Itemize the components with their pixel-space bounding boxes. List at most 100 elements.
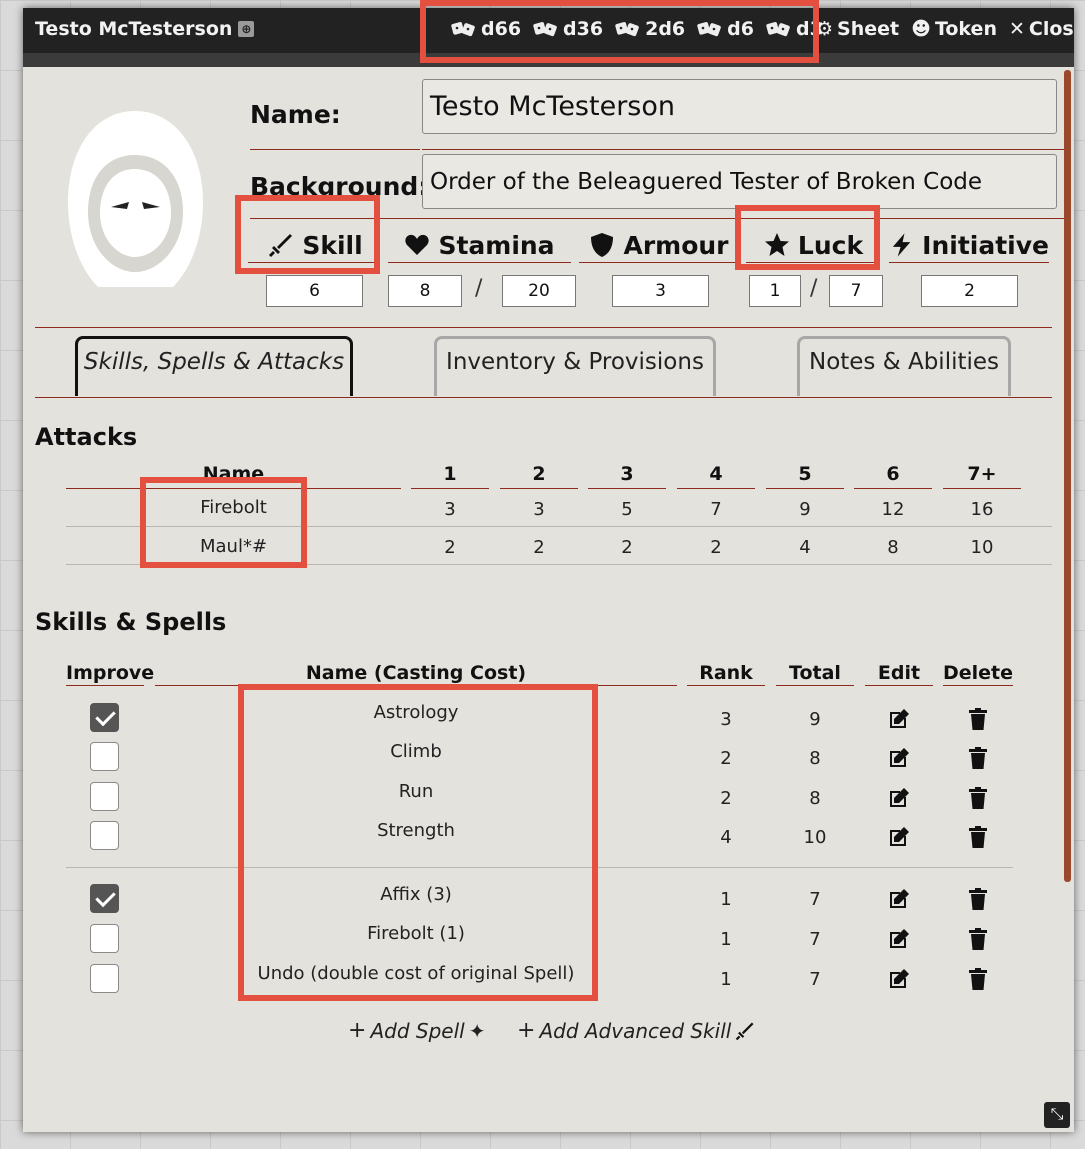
background-field[interactable]: Order of the Beleaguered Tester of Broke… bbox=[422, 154, 1057, 209]
tab-inventory-provisions[interactable]: Inventory & Provisions bbox=[434, 336, 716, 396]
trash-icon[interactable] bbox=[966, 927, 990, 951]
trash-icon[interactable] bbox=[966, 707, 990, 731]
attack-value: 2 bbox=[533, 537, 545, 558]
dice-icon bbox=[697, 22, 721, 37]
improve-checkbox[interactable] bbox=[90, 782, 119, 811]
roll-2d6-button[interactable]: 2d6 bbox=[615, 18, 685, 40]
trash-icon[interactable] bbox=[966, 746, 990, 770]
dice-roller-bar: d66 d36 2d6 d6 d3 bbox=[451, 18, 823, 40]
improve-checkbox[interactable] bbox=[90, 742, 119, 771]
trash-icon[interactable] bbox=[966, 887, 990, 911]
attack-value: 3 bbox=[444, 499, 456, 520]
stamina-current-input[interactable]: 8 bbox=[388, 275, 462, 307]
stat-armour-button[interactable]: Armour bbox=[579, 227, 739, 263]
spell-rank: 1 bbox=[720, 889, 732, 910]
roll-d66-button[interactable]: d66 bbox=[451, 18, 521, 40]
attacks-col-3: 3 bbox=[620, 463, 634, 485]
attacks-col-1: 1 bbox=[443, 463, 457, 485]
skill-name[interactable]: Strength bbox=[155, 820, 677, 841]
trash-icon[interactable] bbox=[966, 786, 990, 810]
edit-icon[interactable] bbox=[887, 786, 911, 810]
attack-name[interactable]: Maul*# bbox=[66, 536, 401, 557]
edit-icon[interactable] bbox=[887, 707, 911, 731]
dice-icon bbox=[533, 22, 557, 37]
stat-skill-button[interactable]: Skill bbox=[248, 227, 383, 263]
luck-max-input[interactable]: 7 bbox=[829, 275, 883, 307]
attack-value: 2 bbox=[444, 537, 456, 558]
divider bbox=[35, 397, 1052, 398]
divider bbox=[422, 149, 1064, 150]
stat-initiative-button[interactable]: Initiative bbox=[889, 227, 1049, 263]
window-titlebar[interactable]: Testo McTesterson ⊕ d66 d36 2d6 d6 d3 ⚙ … bbox=[23, 8, 1074, 53]
edit-icon[interactable] bbox=[887, 887, 911, 911]
spell-rank: 1 bbox=[720, 969, 732, 990]
globe-icon[interactable]: ⊕ bbox=[238, 21, 255, 37]
improve-checkbox[interactable] bbox=[90, 821, 119, 850]
name-field[interactable]: Testo McTesterson bbox=[422, 79, 1057, 134]
divider bbox=[588, 488, 666, 489]
skill-name[interactable]: Run bbox=[155, 781, 677, 802]
edit-icon[interactable] bbox=[887, 825, 911, 849]
spell-total: 7 bbox=[809, 889, 821, 910]
divider bbox=[66, 867, 1013, 868]
spell-rank: 1 bbox=[720, 929, 732, 950]
sword-icon bbox=[269, 234, 293, 257]
edit-icon[interactable] bbox=[887, 927, 911, 951]
token-button[interactable]: ☻ Token bbox=[911, 18, 997, 40]
close-button[interactable]: ✕ Close bbox=[1009, 18, 1074, 40]
die-label: 2d6 bbox=[645, 18, 686, 40]
gear-icon: ⚙ bbox=[816, 18, 834, 40]
attack-value: 10 bbox=[970, 537, 994, 558]
armour-value-input[interactable]: 3 bbox=[612, 275, 709, 307]
spell-name[interactable]: Firebolt (1) bbox=[155, 923, 677, 944]
skill-rank: 2 bbox=[720, 788, 732, 809]
edit-icon[interactable] bbox=[887, 746, 911, 770]
close-icon: ✕ bbox=[1008, 18, 1025, 40]
improve-checkbox[interactable] bbox=[90, 924, 119, 953]
add-spell-label: Add Spell bbox=[370, 1018, 465, 1043]
roll-d36-button[interactable]: d36 bbox=[533, 18, 603, 40]
skill-value-input[interactable]: 6 bbox=[266, 275, 363, 307]
skills-col-edit: Edit bbox=[877, 662, 921, 684]
improve-checkbox[interactable] bbox=[90, 703, 119, 732]
roll-d6-button[interactable]: d6 bbox=[697, 18, 754, 40]
resize-handle-icon[interactable]: ⤡ bbox=[1044, 1102, 1070, 1128]
initiative-value-input[interactable]: 2 bbox=[921, 275, 1018, 307]
user-circle-icon: ☻ bbox=[911, 18, 931, 40]
attack-value: 2 bbox=[710, 537, 722, 558]
hooded-avatar-icon[interactable] bbox=[63, 107, 208, 292]
tab-skills-spells-attacks[interactable]: Skills, Spells & Attacks bbox=[75, 336, 353, 396]
sheet-button[interactable]: ⚙ Sheet bbox=[816, 18, 899, 40]
stat-luck-button[interactable]: Luck bbox=[746, 227, 881, 263]
roll-d3-button[interactable]: d3 bbox=[766, 18, 823, 40]
skill-name[interactable]: Astrology bbox=[155, 702, 677, 723]
window-subbar bbox=[23, 53, 1074, 67]
skill-rank: 3 bbox=[720, 709, 732, 730]
luck-current-input[interactable]: 1 bbox=[749, 275, 801, 307]
spell-name[interactable]: Undo (double cost of original Spell) bbox=[155, 963, 677, 984]
tab-notes-abilities[interactable]: Notes & Abilities bbox=[797, 336, 1011, 396]
divider bbox=[943, 685, 1013, 686]
add-spell-button[interactable]: + Add Spell ✦ bbox=[348, 1018, 485, 1043]
attack-value: 12 bbox=[881, 499, 905, 520]
improve-checkbox[interactable] bbox=[90, 964, 119, 993]
skills-col-improve: Improve bbox=[66, 662, 155, 684]
stamina-max-input[interactable]: 20 bbox=[502, 275, 576, 307]
edit-icon[interactable] bbox=[887, 967, 911, 991]
add-advanced-skill-button[interactable]: + Add Advanced Skill bbox=[517, 1018, 755, 1043]
attack-value: 16 bbox=[970, 499, 994, 520]
trash-icon[interactable] bbox=[966, 967, 990, 991]
stat-armour-label: Armour bbox=[623, 230, 729, 260]
attack-value: 2 bbox=[621, 537, 633, 558]
stat-stamina-button[interactable]: Stamina bbox=[388, 227, 571, 263]
divider bbox=[865, 685, 933, 686]
spell-name[interactable]: Affix (3) bbox=[155, 884, 677, 905]
improve-checkbox[interactable] bbox=[90, 884, 119, 913]
attack-name[interactable]: Firebolt bbox=[66, 497, 401, 518]
dice-icon bbox=[766, 22, 790, 37]
trash-icon[interactable] bbox=[966, 825, 990, 849]
scrollbar[interactable] bbox=[1064, 70, 1071, 882]
skill-total: 9 bbox=[809, 709, 821, 730]
skill-name[interactable]: Climb bbox=[155, 741, 677, 762]
skills-col-name: Name (Casting Cost) bbox=[305, 662, 527, 684]
